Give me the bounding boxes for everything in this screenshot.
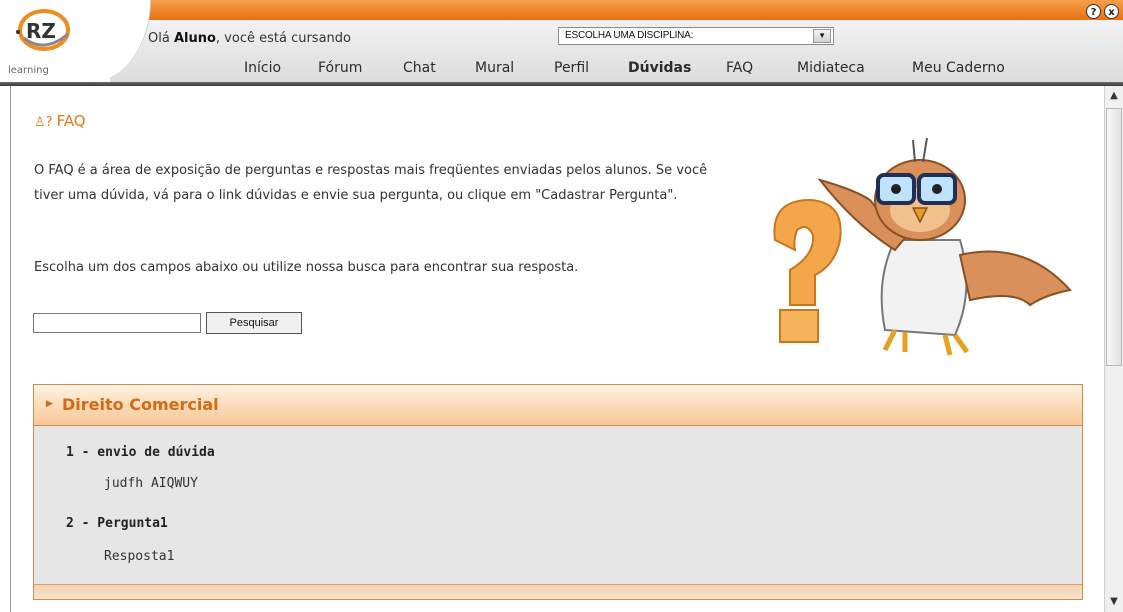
content-left-border bbox=[10, 86, 11, 612]
main-nav: Início Fórum Chat Mural Perfil Dúvidas F… bbox=[0, 56, 1123, 80]
search-input[interactable] bbox=[33, 313, 201, 333]
scrollbar-thumb[interactable] bbox=[1106, 108, 1122, 366]
nav-midiateca[interactable]: Midiateca bbox=[797, 60, 865, 76]
page-title: ♙? FAQ bbox=[34, 112, 86, 130]
nav-faq[interactable]: FAQ bbox=[726, 60, 753, 76]
faq-category-panel: ▶ Direito Comercial 1 - envio de dúvida … bbox=[33, 384, 1083, 600]
app-header: RZ learning Olá Aluno, você está cursand… bbox=[0, 0, 1123, 86]
question-2[interactable]: 2 - Pergunta1 bbox=[66, 516, 168, 531]
nav-inicio[interactable]: Início bbox=[244, 60, 281, 76]
chevron-down-icon[interactable]: ▼ bbox=[813, 29, 831, 43]
header-orange-stripe bbox=[110, 0, 1123, 20]
category-footer bbox=[34, 584, 1082, 599]
faq-title-text: FAQ bbox=[56, 112, 86, 130]
scroll-up-icon[interactable]: ▲ bbox=[1106, 88, 1122, 104]
greeting-text: Olá Aluno, você está cursando bbox=[148, 31, 351, 46]
answer-1: judfh AIQWUY bbox=[104, 476, 198, 491]
search-button[interactable]: Pesquisar bbox=[206, 312, 302, 334]
discipline-select-value: ESCOLHA UMA DISCIPLINA: bbox=[565, 30, 694, 41]
nav-perfil[interactable]: Perfil bbox=[554, 60, 589, 76]
nav-mural[interactable]: Mural bbox=[475, 60, 514, 76]
expand-arrow-icon: ▶ bbox=[46, 399, 53, 409]
question-person-icon: ♙? bbox=[34, 115, 53, 130]
svg-text:RZ: RZ bbox=[26, 19, 56, 43]
nav-meu-caderno[interactable]: Meu Caderno bbox=[912, 60, 1005, 76]
vertical-scrollbar[interactable]: ▲ ▼ bbox=[1104, 86, 1123, 612]
discipline-select[interactable]: ESCOLHA UMA DISCIPLINA: ▼ bbox=[558, 27, 834, 45]
nav-forum[interactable]: Fórum bbox=[318, 60, 362, 76]
scroll-down-icon[interactable]: ▼ bbox=[1106, 594, 1122, 610]
greeting-suffix: , você está cursando bbox=[215, 31, 351, 46]
category-header[interactable]: ▶ Direito Comercial bbox=[34, 385, 1082, 426]
nav-duvidas[interactable]: Dúvidas bbox=[628, 60, 691, 76]
close-icon[interactable]: x bbox=[1104, 4, 1119, 19]
help-icon[interactable]: ? bbox=[1086, 4, 1101, 19]
nav-chat[interactable]: Chat bbox=[403, 60, 436, 76]
question-1[interactable]: 1 - envio de dúvida bbox=[66, 445, 215, 460]
owl-mascot-illustration bbox=[773, 137, 1072, 356]
faq-intro-text: O FAQ é a área de exposição de perguntas… bbox=[34, 163, 708, 203]
rz-logo-icon: RZ bbox=[16, 9, 70, 51]
category-title: Direito Comercial bbox=[62, 395, 219, 414]
faq-instruction-text: Escolha um dos campos abaixo ou utilize … bbox=[34, 260, 579, 275]
greeting-prefix: Olá bbox=[148, 31, 174, 46]
answer-2: Resposta1 bbox=[104, 549, 175, 564]
greeting-user: Aluno bbox=[173, 31, 216, 46]
